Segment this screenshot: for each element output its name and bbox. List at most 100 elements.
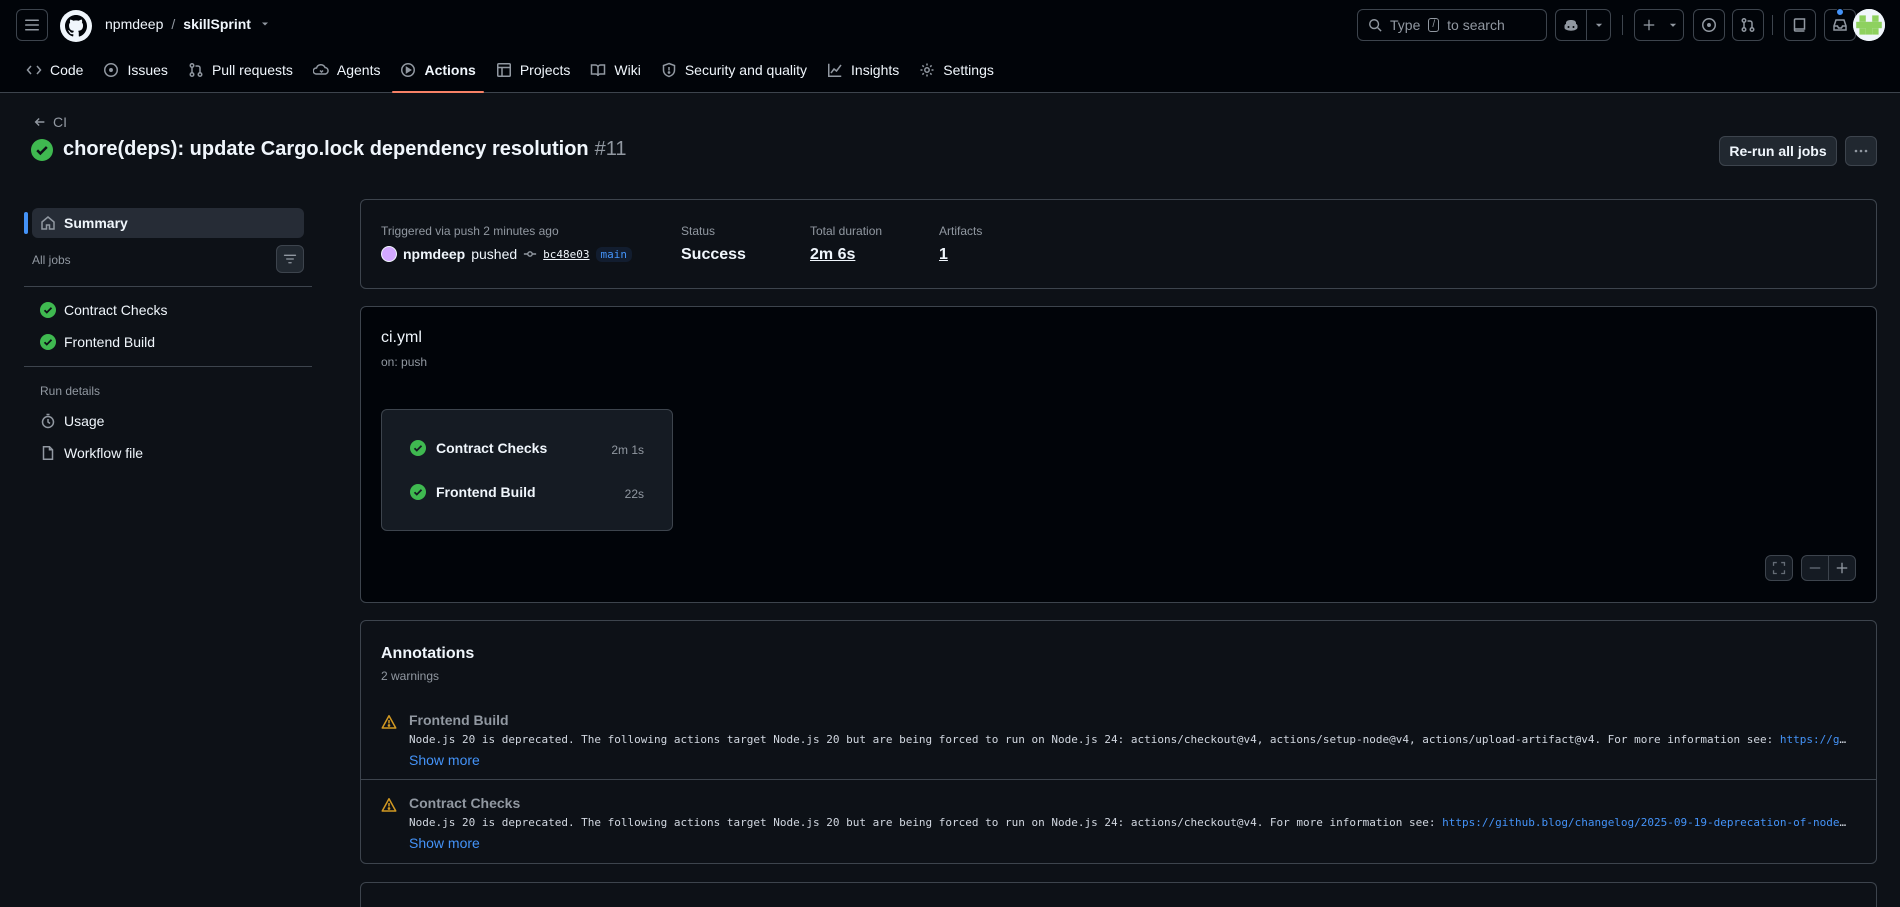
chevron-down-icon[interactable] <box>259 18 271 30</box>
trigger-info: Triggered via push 2 minutes ago npmdeep… <box>381 224 633 262</box>
annotation-message: Node.js 20 is deprecated. The following … <box>409 733 1849 746</box>
actor-avatar[interactable] <box>381 246 397 262</box>
tab-label: Actions <box>424 61 476 78</box>
check-circle-fill-icon <box>40 334 56 350</box>
zoom-in-button[interactable] <box>1828 555 1856 581</box>
tab-label: Pull requests <box>211 61 293 78</box>
tab-issues[interactable]: Issues <box>93 56 177 83</box>
repo-nav-tabs: Code Issues Pull requests Agents Actions… <box>16 56 1004 93</box>
tab-code[interactable]: Code <box>16 56 93 83</box>
tab-settings[interactable]: Settings <box>909 56 1004 83</box>
code-icon <box>26 65 42 74</box>
issue-icon <box>104 62 119 77</box>
notification-indicator <box>1836 8 1844 16</box>
screen-full-icon <box>1772 561 1786 575</box>
back-to-workflow-link[interactable]: CI <box>33 114 67 130</box>
plus-icon <box>1635 10 1663 40</box>
copilot-dropdown-button[interactable] <box>1587 10 1610 40</box>
fullscreen-button[interactable] <box>1765 555 1793 581</box>
play-icon <box>401 62 416 77</box>
kebab-horizontal-icon <box>1854 149 1868 153</box>
sidebar-item-label: Frontend Build <box>64 334 156 350</box>
back-label: CI <box>53 114 67 130</box>
home-icon <box>41 216 55 230</box>
sidebar-item-workflow-file[interactable]: Workflow file <box>40 445 143 461</box>
tab-pull-requests[interactable]: Pull requests <box>178 56 303 83</box>
search-shortcut-key: / <box>1428 18 1440 32</box>
breadcrumb-separator: / <box>171 16 176 32</box>
job-name: Frontend Build <box>436 484 536 500</box>
annotation-item: Frontend Build Node.js 20 is deprecated.… <box>361 696 1876 781</box>
search-input[interactable]: Type / to search <box>1357 9 1547 41</box>
repo-owner-link[interactable]: npmdeep <box>105 16 163 32</box>
sidebar-item-usage[interactable]: Usage <box>40 413 104 429</box>
tab-label: Wiki <box>614 61 641 78</box>
tab-label: Settings <box>943 61 994 78</box>
more-options-button[interactable] <box>1845 136 1877 166</box>
stopwatch-icon <box>41 413 55 429</box>
tab-security[interactable]: Security and quality <box>651 56 817 83</box>
next-panel <box>360 882 1877 907</box>
all-jobs-heading: All jobs <box>32 253 71 267</box>
duration-link[interactable]: 2m 6s <box>810 246 882 264</box>
run-title: chore(deps): update Cargo.lock dependenc… <box>63 138 627 161</box>
search-icon <box>1369 19 1382 32</box>
tab-wiki[interactable]: Wiki <box>580 56 650 83</box>
pull-request-icon <box>189 62 203 77</box>
sidebar-item-summary[interactable]: Summary <box>32 208 304 238</box>
hamburger-icon <box>25 19 39 31</box>
annotation-text: Node.js 20 is deprecated. The following … <box>409 733 1780 746</box>
job-name: Contract Checks <box>436 440 548 456</box>
graph-job-frontend-build[interactable]: Frontend Build <box>410 484 536 500</box>
active-indicator <box>24 212 28 234</box>
pull-requests-button[interactable] <box>1732 9 1764 41</box>
search-prefix: Type <box>1390 17 1421 33</box>
repositories-button[interactable] <box>1784 9 1816 41</box>
filter-jobs-button[interactable] <box>276 245 304 273</box>
book-icon <box>591 63 606 76</box>
inbox-icon <box>1833 19 1847 31</box>
annotation-job: Contract Checks <box>409 795 521 811</box>
arrow-left-icon <box>34 118 45 126</box>
annotations-panel: Annotations 2 warnings Frontend Build No… <box>360 620 1877 864</box>
trigger-label: Triggered via push 2 minutes ago <box>381 224 559 238</box>
menu-button[interactable] <box>16 9 48 41</box>
status-label: Status <box>681 224 716 238</box>
show-more-link[interactable]: Show more <box>409 752 480 768</box>
page-title: chore(deps): update Cargo.lock dependenc… <box>31 138 627 161</box>
github-logo-icon[interactable] <box>60 10 92 42</box>
rerun-all-jobs-button[interactable]: Re-run all jobs <box>1719 136 1837 166</box>
sidebar-divider <box>24 286 312 287</box>
graph-job-contract-checks[interactable]: Contract Checks <box>410 440 547 456</box>
file-icon <box>42 446 54 460</box>
issues-button[interactable] <box>1693 9 1725 41</box>
sidebar-job-frontend-build[interactable]: Frontend Build <box>40 334 155 350</box>
copilot-icon <box>1564 20 1578 31</box>
annotation-item: Contract Checks Node.js 20 is deprecated… <box>361 779 1876 864</box>
copilot-button[interactable] <box>1556 10 1587 40</box>
commit-icon <box>524 251 537 257</box>
tab-label: Security and quality <box>684 61 808 78</box>
filter-icon <box>283 254 297 264</box>
tab-projects[interactable]: Projects <box>486 56 581 83</box>
branch-label[interactable]: main <box>595 246 633 262</box>
tab-actions[interactable]: Actions <box>390 56 485 93</box>
artifacts-link[interactable]: 1 <box>939 246 982 264</box>
job-duration: 22s <box>624 487 644 501</box>
avatar[interactable] <box>1853 9 1885 41</box>
repo-breadcrumb: npmdeep / skillSprint <box>105 16 271 32</box>
create-new-button[interactable] <box>1634 9 1684 41</box>
tab-insights[interactable]: Insights <box>817 56 909 83</box>
tab-agents[interactable]: Agents <box>303 56 391 83</box>
actor-link[interactable]: npmdeep <box>403 246 465 262</box>
duration-label: Total duration <box>810 224 883 238</box>
copilot-split-button <box>1555 9 1611 41</box>
show-more-link[interactable]: Show more <box>409 835 480 851</box>
repo-name-link[interactable]: skillSprint <box>183 16 251 32</box>
sidebar-job-contract-checks[interactable]: Contract Checks <box>40 302 167 318</box>
run-title-text: chore(deps): update Cargo.lock dependenc… <box>63 138 589 160</box>
zoom-out-button[interactable] <box>1801 555 1829 581</box>
annotation-link[interactable]: https://github.blog/changelog/2025-09-19… <box>1780 733 1849 746</box>
annotation-link[interactable]: https://github.blog/changelog/2025-09-19… <box>1442 816 1849 829</box>
commit-sha-link[interactable]: bc48e03 <box>543 248 589 261</box>
